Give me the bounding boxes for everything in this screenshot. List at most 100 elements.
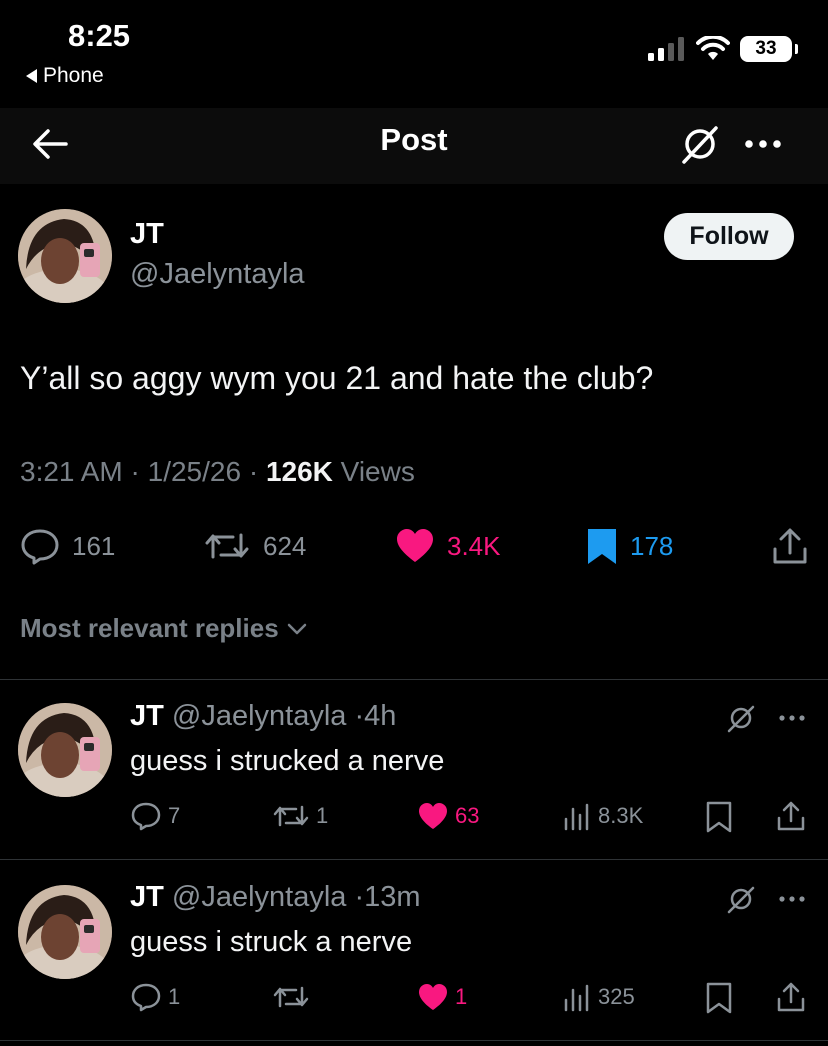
back-triangle-icon [26, 69, 37, 83]
reply-count: 7 [168, 803, 181, 828]
heart-icon [419, 803, 447, 829]
like-count: 63 [455, 803, 480, 828]
author-handle[interactable]: @Jaelyntayla [130, 258, 305, 291]
reply-author-handle[interactable]: @Jaelyntayla [172, 881, 347, 913]
bookmark-button[interactable]: 178 [586, 527, 673, 565]
reply-icon [21, 529, 59, 565]
post-metadata: 3:21 AM · 1/25/26 · 126K Views [20, 456, 415, 488]
back-button[interactable] [28, 122, 72, 166]
reply-reply-button[interactable]: 7 [130, 801, 180, 831]
reply-author-name[interactable]: JT [130, 881, 164, 913]
reply-more-button[interactable] [774, 885, 810, 913]
repost-count: 624 [263, 530, 307, 561]
reply-views-button[interactable]: 8.3K [562, 801, 643, 831]
views-count: 8.3K [598, 803, 644, 828]
repost-icon [205, 533, 249, 559]
grok-icon [682, 126, 718, 164]
repost-count: 1 [316, 803, 329, 828]
reply-header: JT @Jaelyntayla ·4h [130, 700, 396, 733]
reply-bookmark-button[interactable] [704, 800, 734, 834]
bookmark-icon [588, 529, 616, 564]
views-icon [564, 984, 589, 1012]
share-icon [777, 801, 805, 831]
post-date: 1/25/26 [147, 456, 242, 487]
reply-age: 13m [364, 881, 421, 913]
reply-sort-dropdown[interactable]: Most relevant replies [20, 613, 309, 644]
more-icon [779, 715, 805, 721]
battery-icon: 33 [740, 36, 798, 62]
like-count: 3.4K [447, 530, 501, 561]
divider [0, 1040, 828, 1041]
reply-like-button[interactable]: 1 [417, 982, 467, 1012]
reply-grok-button[interactable] [722, 882, 760, 916]
bookmark-icon [706, 982, 732, 1014]
system-icons: 33 [648, 36, 798, 62]
share-icon [773, 528, 807, 564]
reply-icon [131, 983, 161, 1012]
meta-separator: · [354, 700, 365, 732]
chevron-down-icon [287, 623, 306, 634]
like-button[interactable]: 3.4K [395, 527, 501, 565]
views-icon [564, 803, 589, 831]
reply-avatar[interactable] [18, 885, 112, 979]
meta-separator: · [354, 881, 365, 913]
heart-icon [419, 984, 447, 1010]
meta-separator: · [130, 456, 148, 487]
repost-button[interactable]: 624 [203, 527, 306, 565]
share-button[interactable] [770, 526, 810, 566]
reply-text: guess i strucked a nerve [130, 745, 445, 777]
reply-count: 1 [168, 984, 181, 1009]
heart-icon [397, 529, 433, 562]
reply-count: 161 [72, 530, 116, 561]
battery-level: 33 [755, 38, 777, 59]
like-count: 1 [455, 984, 468, 1009]
divider [0, 679, 828, 680]
reply-repost-button[interactable]: 1 [272, 801, 328, 831]
status-bar: 8:25 Phone 33 [0, 0, 828, 108]
author-name[interactable]: JT [130, 218, 164, 251]
reply-repost-button[interactable] [272, 982, 316, 1012]
reply-icon [131, 802, 161, 831]
back-app-label: Phone [43, 64, 104, 87]
reply-like-button[interactable]: 63 [417, 801, 479, 831]
sort-label: Most relevant replies [20, 613, 279, 643]
signal-icon [648, 37, 684, 61]
more-options-button[interactable] [738, 120, 788, 168]
follow-button[interactable]: Follow [664, 213, 794, 260]
reply-age: 4h [364, 700, 397, 732]
meta-separator: · [248, 456, 266, 487]
views-label[interactable]: Views [341, 456, 415, 487]
back-arrow-icon [33, 129, 68, 159]
reply-grok-button[interactable] [722, 701, 760, 735]
reply-header: JT @Jaelyntayla ·13m [130, 881, 421, 914]
reply-more-button[interactable] [774, 704, 810, 732]
reply-share-button[interactable] [774, 980, 808, 1014]
author-avatar[interactable] [18, 209, 112, 303]
grok-icon [727, 705, 755, 733]
reply-author-handle[interactable]: @Jaelyntayla [172, 700, 347, 732]
more-icon [779, 896, 805, 902]
reply-button[interactable]: 161 [20, 527, 115, 565]
clock: 8:25 [68, 18, 131, 53]
repost-icon [273, 986, 309, 1008]
reply-views-button[interactable]: 325 [562, 982, 635, 1012]
grok-button[interactable] [676, 120, 724, 168]
reply-share-button[interactable] [774, 799, 808, 833]
post-time: 3:21 AM [20, 456, 123, 487]
post-text: Y’all so aggy wym you 21 and hate the cl… [20, 360, 654, 396]
reply-author-name[interactable]: JT [130, 700, 164, 732]
grok-icon [727, 886, 755, 914]
views-count: 325 [598, 984, 635, 1009]
share-icon [777, 982, 805, 1012]
more-icon [745, 140, 781, 148]
views-count: 126K [265, 456, 333, 487]
bookmark-icon [706, 801, 732, 833]
reply-reply-button[interactable]: 1 [130, 982, 180, 1012]
reply-text: guess i struck a nerve [130, 926, 413, 958]
wifi-icon [696, 36, 730, 60]
reply-bookmark-button[interactable] [704, 981, 734, 1015]
back-to-app-link[interactable]: Phone [26, 64, 104, 88]
reply-avatar[interactable] [18, 703, 112, 797]
repost-icon [273, 805, 309, 827]
nav-bar: Post [0, 108, 828, 184]
